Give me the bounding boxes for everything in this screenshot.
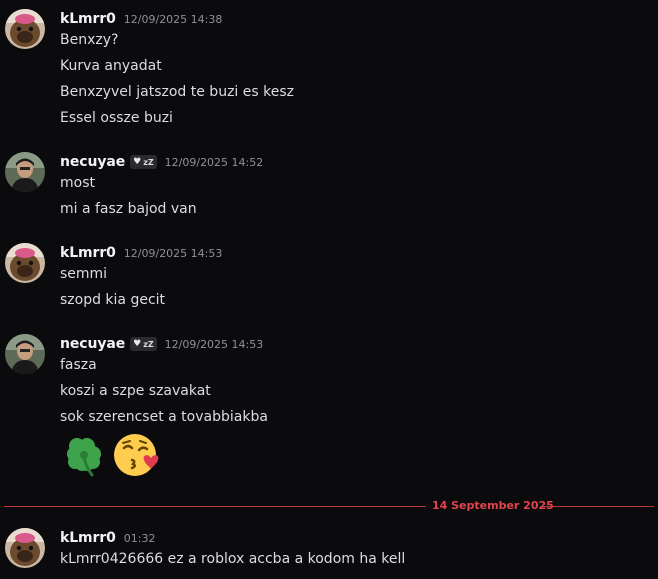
status-badge: ♥ zZ: [130, 155, 157, 169]
timestamp: 12/09/2025 14:53: [164, 337, 264, 351]
divider-line: [542, 506, 654, 507]
heart-icon: ♥: [133, 156, 142, 167]
message-text: kLmrr0426666 ez a roblox accba a kodom h…: [60, 551, 406, 567]
message-text: sok szerencset a tovabbiakba: [60, 409, 268, 425]
message-text: Benxzyvel jatszod te buzi es kesz: [60, 84, 294, 100]
message-text: semmi: [60, 266, 108, 282]
timestamp: 01:32: [123, 531, 156, 545]
username[interactable]: necuyae: [60, 336, 125, 352]
message-text: most: [60, 175, 95, 191]
badge-text: zZ: [143, 157, 154, 167]
date-divider-label: 14 September 2025: [432, 499, 554, 512]
username[interactable]: kLmrr0: [60, 245, 116, 261]
four-leaf-clover-icon[interactable]: [60, 431, 108, 479]
avatar[interactable]: [5, 152, 45, 192]
heart-icon: ♥: [133, 338, 142, 349]
timestamp: 12/09/2025 14:38: [123, 12, 223, 26]
status-badge: ♥ zZ: [130, 337, 157, 351]
message-text: koszi a szpe szavakat: [60, 383, 211, 399]
message-header: kLmrr0 12/09/2025 14:38: [60, 9, 222, 29]
message-header: kLmrr0 01:32: [60, 528, 155, 548]
badge-text: zZ: [143, 339, 154, 349]
message-text: mi a fasz bajod van: [60, 201, 197, 217]
message-text: fasza: [60, 357, 97, 373]
message-text: Benxzy?: [60, 32, 119, 48]
message-text: Essel ossze buzi: [60, 110, 173, 126]
username[interactable]: kLmrr0: [60, 11, 116, 27]
timestamp: 12/09/2025 14:52: [164, 155, 264, 169]
username[interactable]: necuyae: [60, 154, 125, 170]
message-text: Kurva anyadat: [60, 58, 162, 74]
divider-line: [4, 506, 426, 507]
avatar[interactable]: [5, 243, 45, 283]
emoji-row: [60, 431, 161, 479]
username[interactable]: kLmrr0: [60, 530, 116, 546]
message-text: szopd kia gecit: [60, 292, 166, 308]
face-blowing-a-kiss-icon[interactable]: [113, 431, 161, 479]
avatar[interactable]: [5, 9, 45, 49]
date-divider: 14 September 2025: [4, 499, 654, 512]
avatar[interactable]: [5, 528, 45, 568]
message-header: kLmrr0 12/09/2025 14:53: [60, 243, 222, 263]
timestamp: 12/09/2025 14:53: [123, 246, 223, 260]
avatar[interactable]: [5, 334, 45, 374]
message-header: necuyae ♥ zZ 12/09/2025 14:53: [60, 334, 263, 354]
message-header: necuyae ♥ zZ 12/09/2025 14:52: [60, 152, 263, 172]
chat-messages: kLmrr0 12/09/2025 14:38 Benxzy? Kurva an…: [0, 0, 658, 579]
